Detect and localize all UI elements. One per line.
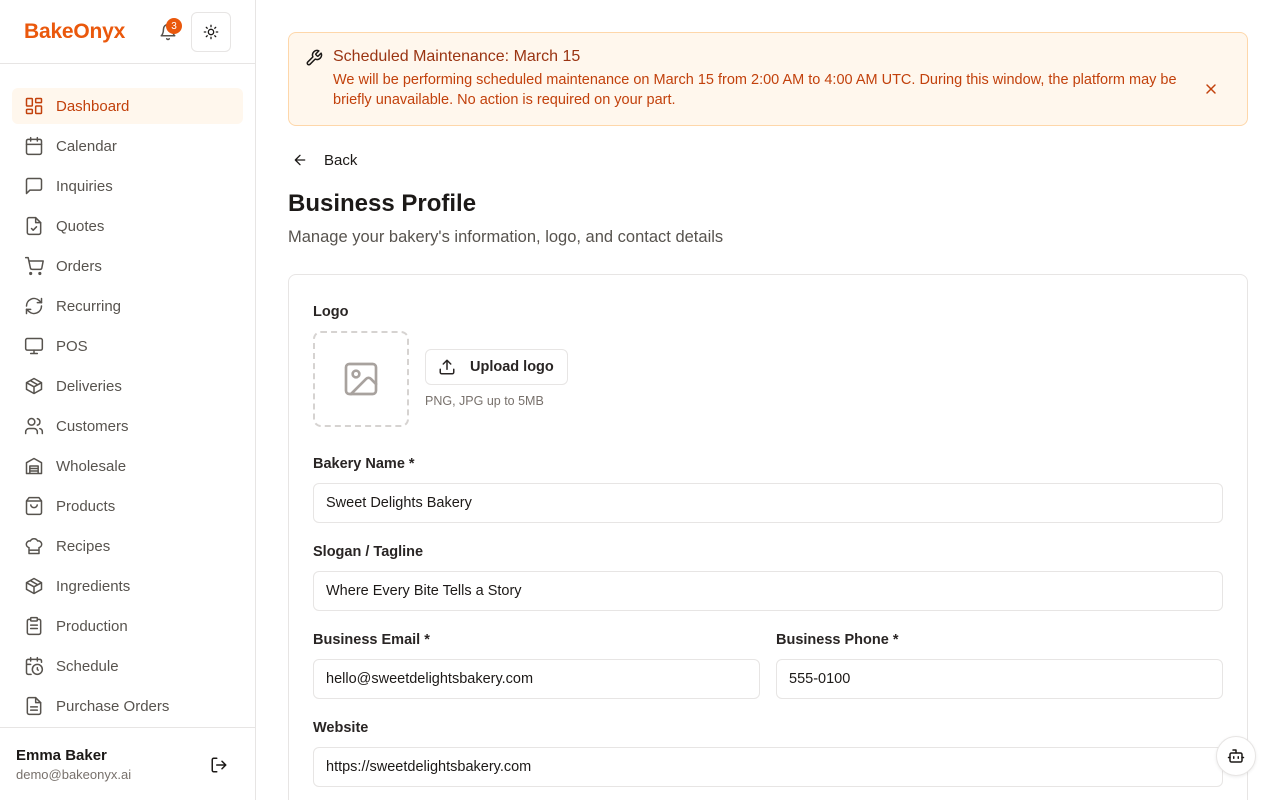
sidebar: BakeOnyx 3 Dashboard Calendar Inquiries … bbox=[0, 0, 256, 800]
sidebar-item-schedule[interactable]: Schedule bbox=[12, 648, 243, 684]
chef-hat-icon bbox=[25, 538, 43, 555]
sidebar-item-label: Products bbox=[56, 497, 116, 515]
logout-button[interactable] bbox=[206, 752, 232, 778]
user-name: Emma Baker bbox=[16, 747, 107, 764]
notification-badge: 3 bbox=[166, 18, 182, 34]
sidebar-item-orders[interactable]: Orders bbox=[12, 248, 243, 284]
banner-close-button[interactable] bbox=[1201, 79, 1221, 99]
business-profile-form: Logo Upload logo PNG, JPG up to 5MB Bake… bbox=[288, 274, 1248, 800]
dashboard-icon bbox=[25, 97, 43, 115]
clipboard-icon bbox=[26, 616, 42, 636]
sidebar-item-label: Production bbox=[56, 617, 128, 635]
package-icon bbox=[25, 577, 43, 595]
sidebar-item-label: Dashboard bbox=[56, 97, 130, 115]
brand-logo[interactable]: BakeOnyx bbox=[24, 20, 125, 44]
sidebar-item-purchase-orders[interactable]: Purchase Orders bbox=[12, 688, 243, 724]
bakery-name-input[interactable] bbox=[313, 483, 1223, 523]
sidebar-item-dashboard[interactable]: Dashboard bbox=[12, 88, 243, 124]
image-icon bbox=[344, 362, 378, 396]
sidebar-item-label: Purchase Orders bbox=[56, 697, 170, 715]
logout-icon bbox=[211, 757, 227, 773]
website-label: Website bbox=[313, 720, 369, 736]
sidebar-nav: Dashboard Calendar Inquiries Quotes Orde… bbox=[12, 88, 243, 728]
theme-toggle-button[interactable] bbox=[191, 12, 231, 52]
upload-hint: PNG, JPG up to 5MB bbox=[425, 394, 544, 408]
sidebar-item-production[interactable]: Production bbox=[12, 608, 243, 644]
close-icon bbox=[1206, 84, 1216, 94]
refresh-icon bbox=[25, 297, 43, 315]
business-email-input[interactable] bbox=[313, 659, 760, 699]
sidebar-item-label: Orders bbox=[56, 257, 102, 275]
sidebar-item-inquiries[interactable]: Inquiries bbox=[12, 168, 243, 204]
upload-logo-button[interactable]: Upload logo bbox=[425, 349, 568, 385]
assistant-button[interactable] bbox=[1216, 736, 1256, 776]
logo-label: Logo bbox=[313, 304, 349, 320]
package-icon bbox=[25, 377, 43, 395]
sidebar-item-ingredients[interactable]: Ingredients bbox=[12, 568, 243, 604]
user-panel: Emma Baker demo@bakeonyx.ai bbox=[0, 727, 255, 800]
sidebar-item-label: POS bbox=[56, 337, 88, 355]
sidebar-item-recipes[interactable]: Recipes bbox=[12, 528, 243, 564]
business-phone-input[interactable] bbox=[776, 659, 1223, 699]
sidebar-item-label: Recipes bbox=[56, 537, 111, 555]
sidebar-item-recurring[interactable]: Recurring bbox=[12, 288, 243, 324]
notifications-button[interactable]: 3 bbox=[152, 16, 184, 48]
sidebar-item-label: Calendar bbox=[56, 137, 117, 155]
sidebar-item-customers[interactable]: Customers bbox=[12, 408, 243, 444]
slogan-input[interactable] bbox=[313, 571, 1223, 611]
sidebar-item-label: Wholesale bbox=[56, 457, 127, 475]
sidebar-item-products[interactable]: Products bbox=[12, 488, 243, 524]
slogan-label: Slogan / Tagline bbox=[313, 544, 424, 560]
calendar-icon bbox=[25, 136, 43, 156]
back-label: Back bbox=[324, 151, 358, 169]
upload-icon bbox=[439, 359, 455, 375]
sidebar-item-label: Ingredients bbox=[56, 577, 131, 595]
sidebar-item-wholesale[interactable]: Wholesale bbox=[12, 448, 243, 484]
business-phone-label: Business Phone * bbox=[776, 632, 899, 648]
sidebar-item-deliveries[interactable]: Deliveries bbox=[12, 368, 243, 404]
sidebar-item-label: Customers bbox=[56, 417, 129, 435]
page-subtitle: Manage your bakery's information, logo, … bbox=[288, 228, 724, 246]
sidebar-item-label: Inquiries bbox=[56, 177, 113, 195]
banner-text: We will be performing scheduled maintena… bbox=[333, 72, 1177, 108]
business-email-label: Business Email * bbox=[313, 632, 430, 648]
sidebar-item-label: Quotes bbox=[56, 217, 105, 235]
chat-icon bbox=[25, 177, 43, 195]
page-title: Business Profile bbox=[288, 190, 477, 217]
sidebar-item-pos[interactable]: POS bbox=[12, 328, 243, 364]
upload-logo-label: Upload logo bbox=[470, 359, 554, 375]
sidebar-item-calendar[interactable]: Calendar bbox=[12, 128, 243, 164]
sidebar-header: BakeOnyx 3 bbox=[0, 0, 255, 64]
user-email: demo@bakeonyx.ai bbox=[16, 767, 132, 782]
shopping-bag-icon bbox=[25, 496, 43, 516]
sun-icon bbox=[203, 24, 219, 40]
sidebar-item-label: Schedule bbox=[56, 657, 119, 675]
banner-title: Scheduled Maintenance: March 15 bbox=[333, 48, 581, 65]
file-text-icon bbox=[26, 696, 42, 716]
sidebar-item-quotes[interactable]: Quotes bbox=[12, 208, 243, 244]
back-button[interactable]: Back bbox=[288, 146, 357, 174]
calendar-clock-icon bbox=[25, 656, 44, 676]
maintenance-banner: Scheduled Maintenance: March 15 We will … bbox=[288, 32, 1248, 126]
warehouse-icon bbox=[25, 457, 43, 475]
wrench-icon bbox=[306, 49, 323, 66]
logo-placeholder[interactable] bbox=[313, 331, 409, 427]
sidebar-item-label: Deliveries bbox=[56, 377, 122, 395]
bot-icon bbox=[1227, 749, 1245, 763]
website-input[interactable] bbox=[313, 747, 1223, 787]
file-check-icon bbox=[26, 216, 42, 236]
sidebar-item-label: Recurring bbox=[56, 297, 122, 315]
arrow-left-icon bbox=[294, 154, 306, 166]
users-icon bbox=[24, 417, 44, 435]
main-content: Scheduled Maintenance: March 15 We will … bbox=[256, 0, 1280, 800]
cart-icon bbox=[24, 256, 44, 276]
bakery-name-label: Bakery Name * bbox=[313, 456, 415, 472]
monitor-icon bbox=[24, 337, 44, 355]
